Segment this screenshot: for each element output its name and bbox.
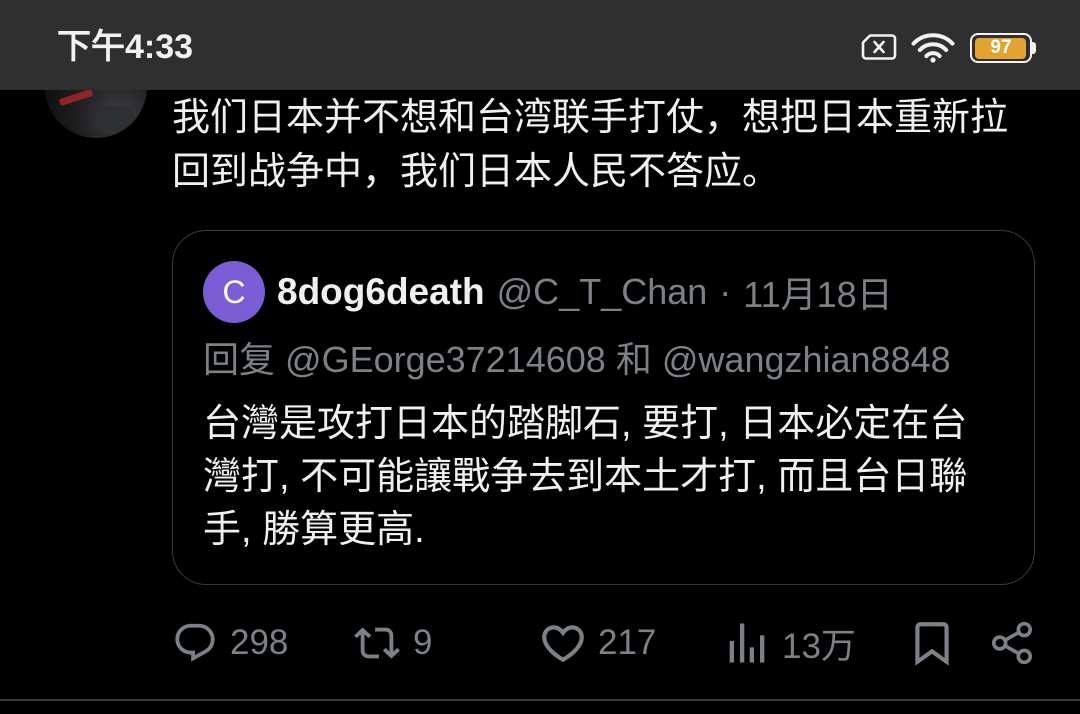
quoted-text-line: 台灣是攻打日本的踏脚石, 要打, 日本必定在台 bbox=[203, 403, 968, 445]
share-icon bbox=[991, 621, 1033, 665]
reply-icon bbox=[175, 623, 215, 662]
like-icon bbox=[542, 625, 584, 663]
quoted-tweet-text: 台灣是攻打日本的踏脚石, 要打, 日本必定在台 灣打, 不可能讓戰争去到本土才打… bbox=[203, 398, 967, 557]
tweet-text: 我们日本并不想和台湾联手打仗，想把日本重新拉 回到战争中，我们日本人民不答应。 bbox=[172, 91, 1008, 199]
battery-body: 97 bbox=[970, 33, 1032, 63]
like-count: 217 bbox=[598, 623, 657, 662]
sim-off-icon bbox=[861, 34, 897, 60]
views-button[interactable]: 13万 bbox=[721, 617, 856, 669]
tweet-divider bbox=[0, 699, 1080, 701]
retweet-count: 9 bbox=[413, 623, 433, 662]
retweet-icon bbox=[354, 627, 400, 659]
tweet-text-line: 我们日本并不想和台湾联手打仗，想把日本重新拉 bbox=[172, 97, 1009, 139]
status-bar: 下午4:33 97 bbox=[0, 0, 1080, 90]
quoted-tweet-header: 8dog6death @C_T_Chan · 11月18日 bbox=[277, 270, 893, 315]
avatar-photo-detail bbox=[95, 106, 135, 130]
battery-icon: 97 bbox=[970, 33, 1038, 63]
retweet-button[interactable]: 9 bbox=[354, 617, 432, 669]
status-time: 下午4:33 bbox=[57, 28, 194, 66]
mention-link[interactable]: @GEorge37214608 bbox=[285, 339, 606, 380]
battery-terminal bbox=[1032, 42, 1036, 54]
views-icon bbox=[729, 623, 765, 663]
quoted-tweet[interactable]: C 8dog6death @C_T_Chan · 11月18日 回复 @GEor… bbox=[172, 230, 1035, 585]
meta-separator: · bbox=[719, 271, 732, 312]
mention-link[interactable]: @wangzhian8848 bbox=[662, 339, 951, 380]
replying-to-label: 回复 bbox=[203, 339, 276, 380]
replying-to: 回复 @GEorge37214608 和 @wangzhian8848 bbox=[203, 338, 951, 382]
quoted-text-line: 灣打, 不可能讓戰争去到本土才打, 而且台日聯 bbox=[203, 456, 968, 498]
quoted-tweet-date[interactable]: 11月18日 bbox=[743, 266, 892, 318]
quoted-text-line: 手, 勝算更高. bbox=[203, 509, 425, 551]
reply-count: 298 bbox=[230, 623, 289, 662]
quoted-author-handle[interactable]: @C_T_Chan bbox=[497, 271, 708, 313]
quoted-author-name[interactable]: 8dog6death bbox=[277, 271, 485, 313]
battery-level: 97 bbox=[990, 37, 1012, 58]
avatar-photo-detail bbox=[58, 88, 94, 107]
wifi-icon bbox=[911, 33, 955, 63]
tweet-text-line: 回到战争中，我们日本人民不答应。 bbox=[172, 151, 781, 193]
avatar-letter: C bbox=[222, 273, 246, 310]
quoted-author-avatar[interactable]: C bbox=[203, 261, 265, 323]
views-count: 13万 bbox=[782, 626, 856, 666]
bookmark-icon bbox=[915, 622, 949, 666]
like-button[interactable]: 217 bbox=[538, 617, 656, 669]
bookmark-button[interactable] bbox=[907, 617, 957, 669]
replying-to-joiner: 和 bbox=[615, 339, 652, 380]
share-button[interactable] bbox=[989, 617, 1035, 669]
reply-button[interactable]: 298 bbox=[172, 617, 288, 669]
